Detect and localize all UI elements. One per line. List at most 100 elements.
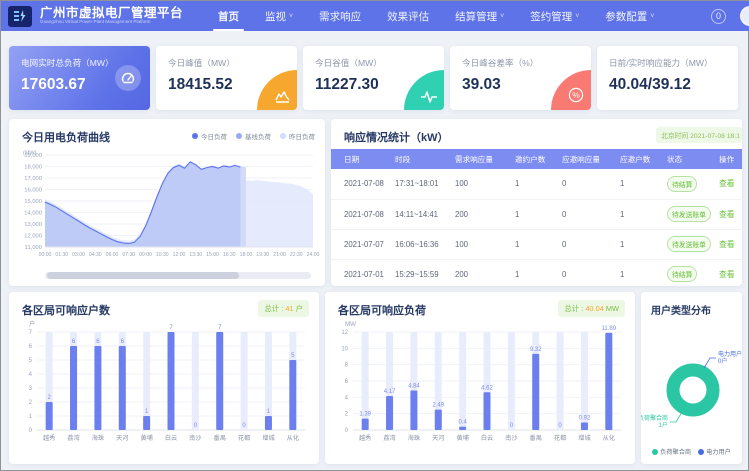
svg-text:6: 6 <box>345 379 349 385</box>
view-link[interactable]: 查看 <box>719 179 735 188</box>
panel-title: 用户类型分布 <box>651 302 711 317</box>
svg-text:12:00: 12:00 <box>173 252 186 258</box>
svg-text:8: 8 <box>345 363 349 369</box>
nav-item-parameters[interactable]: 参数配置˅ <box>592 1 667 31</box>
kpi-label: 今日峰谷差率（%） <box>462 57 591 69</box>
main-nav: 首页 监视˅ 需求响应 效果评估 结算管理˅ 签约管理˅ 参数配置˅ <box>205 1 667 31</box>
svg-text:海珠: 海珠 <box>408 434 421 442</box>
table-row: 2021-07-01 15:29~15:59 200 1 0 1 待结算 查看 <box>331 259 742 286</box>
svg-text:13,000: 13,000 <box>24 222 42 228</box>
svg-text:增城: 增城 <box>578 434 590 442</box>
kpi-label: 今日峰值（MW） <box>168 57 297 69</box>
kpi-card-peak-valley-ratio: 今日峰谷差率（%） 39.03 % <box>450 46 591 110</box>
legend-item-power-user[interactable]: 电力用户 <box>698 447 731 456</box>
nav-item-home[interactable]: 首页 <box>205 1 252 31</box>
cell-date: 2021-07-01 <box>331 259 393 286</box>
nav-item-demand-response[interactable]: 需求响应 <box>306 1 374 31</box>
legend-dot <box>698 449 704 455</box>
svg-text:00:00: 00:00 <box>39 252 52 258</box>
kpi-card-today-peak: 今日峰值（MW） 18415.52 <box>156 46 297 110</box>
app-logo <box>8 6 32 27</box>
kpi-card-today-valley: 今日谷值（MW） 11227.30 <box>303 46 444 110</box>
svg-text:黄埔: 黄埔 <box>456 434 468 442</box>
svg-text:01:30: 01:30 <box>55 252 68 258</box>
svg-text:4.17: 4.17 <box>384 389 396 395</box>
chevron-down-icon: ˅ <box>289 13 293 20</box>
svg-text:南沙: 南沙 <box>189 434 201 442</box>
col-invited: 邀约户数 <box>513 149 560 169</box>
svg-text:3: 3 <box>29 386 33 392</box>
svg-text:2: 2 <box>345 412 349 418</box>
notification-badge[interactable]: 0 <box>711 9 726 24</box>
view-link[interactable]: 查看 <box>719 270 735 279</box>
legend-item-yesterday[interactable]: 昨日负荷 <box>280 131 315 141</box>
nav-item-contract[interactable]: 签约管理˅ <box>517 1 592 31</box>
cell-period: 17:31~18:01 <box>393 169 453 199</box>
svg-text:天河: 天河 <box>116 434 128 442</box>
view-link[interactable]: 查看 <box>719 210 735 219</box>
nav-item-effect-evaluation[interactable]: 效果评估 <box>374 1 442 31</box>
cell-invited: 1 <box>513 229 560 259</box>
cell-resp-users: 1 <box>618 199 665 229</box>
legend-item-baseline[interactable]: 基线负荷 <box>236 131 271 141</box>
svg-text:1: 1 <box>29 414 33 420</box>
app-title-block: 广州市虚拟电厂管理平台 Guangzhou Virtual Power Plan… <box>40 7 183 25</box>
nav-item-monitor[interactable]: 监视˅ <box>252 1 306 31</box>
chart-zoom-scrollbar[interactable] <box>45 272 311 279</box>
cell-invited: 1 <box>513 169 560 199</box>
cell-responded: 0 <box>560 169 618 199</box>
nav-item-settlement[interactable]: 结算管理˅ <box>442 1 517 31</box>
cell-responded: 0 <box>560 199 618 229</box>
district-load-panel: 各区局可响应负荷 总计 : 40.04 MW MW0246810121.39越秀… <box>325 292 635 464</box>
svg-text:MW: MW <box>345 321 356 328</box>
svg-text:电力用户: 电力用户 <box>718 350 742 358</box>
chevron-down-icon: ˅ <box>500 13 504 20</box>
kpi-label: 日前/实时响应能力（MW） <box>609 57 738 69</box>
cell-period: 16:06~16:36 <box>393 229 453 259</box>
svg-text:07:30: 07:30 <box>122 252 135 258</box>
svg-text:12: 12 <box>341 330 348 336</box>
svg-text:04:30: 04:30 <box>89 252 102 258</box>
svg-text:12,000: 12,000 <box>24 234 42 240</box>
chevron-down-icon: ˅ <box>575 13 579 20</box>
col-responded: 应邀响应量 <box>560 149 618 169</box>
svg-text:白云: 白云 <box>481 434 493 442</box>
kpi-card-realtime-total-load: 电网实时总负荷（MW） 17603.67 <box>9 46 150 110</box>
avatar[interactable] <box>740 6 749 26</box>
svg-text:15:00: 15:00 <box>206 252 219 258</box>
svg-text:11.89: 11.89 <box>602 326 617 332</box>
cell-date: 2021-07-07 <box>331 229 393 259</box>
district-users-panel: 各区局可响应户数 总计 : 41 户 户012345672越秀6荔湾6海珠6天河… <box>9 292 319 464</box>
col-action: 操作 <box>717 149 742 169</box>
svg-text:4.84: 4.84 <box>408 383 420 389</box>
status-badge: 待发送账单 <box>667 236 711 252</box>
svg-text:1户: 1户 <box>659 421 668 429</box>
scrollbar-thumb[interactable] <box>47 272 239 279</box>
lightning-icon <box>13 9 27 23</box>
legend-item-aggregator[interactable]: 负荷聚合商 <box>652 447 691 456</box>
legend-item-today[interactable]: 今日负荷 <box>192 131 227 141</box>
top-navigation-bar: 广州市虚拟电厂管理平台 Guangzhou Virtual Power Plan… <box>1 1 749 31</box>
legend-dot <box>236 133 242 139</box>
svg-text:越秀: 越秀 <box>43 434 55 442</box>
svg-text:负荷聚合商: 负荷聚合商 <box>641 414 668 422</box>
svg-text:11,000: 11,000 <box>25 245 42 251</box>
cell-period: 14:11~14:41 <box>393 199 453 229</box>
svg-text:白云: 白云 <box>165 434 177 442</box>
table-row: 2021-07-08 17:31~18:01 100 1 0 1 待结算 查看 <box>331 169 742 199</box>
total-badge: 总计 : 40.04 MW <box>558 300 625 317</box>
col-demand: 需求响应量 <box>453 149 513 169</box>
topbar-right: 0 <box>711 6 749 26</box>
cell-responded: 0 <box>560 259 618 286</box>
cell-demand: 100 <box>453 229 513 259</box>
col-status: 状态 <box>665 149 717 169</box>
view-link[interactable]: 查看 <box>719 240 735 249</box>
svg-text:15,000: 15,000 <box>24 199 42 205</box>
status-badge: 待发送账单 <box>667 206 711 222</box>
svg-text:16:30: 16:30 <box>223 252 236 258</box>
load-curve-chart: (MW)11,00012,00013,00014,00015,00016,000… <box>11 149 323 269</box>
user-type-panel: 用户类型分布 电力用户0户负荷聚合商1户 负荷聚合商 电力用户 <box>641 292 742 464</box>
svg-text:18,000: 18,000 <box>24 165 42 171</box>
svg-text:7: 7 <box>169 325 173 331</box>
svg-text:1.39: 1.39 <box>359 412 371 418</box>
